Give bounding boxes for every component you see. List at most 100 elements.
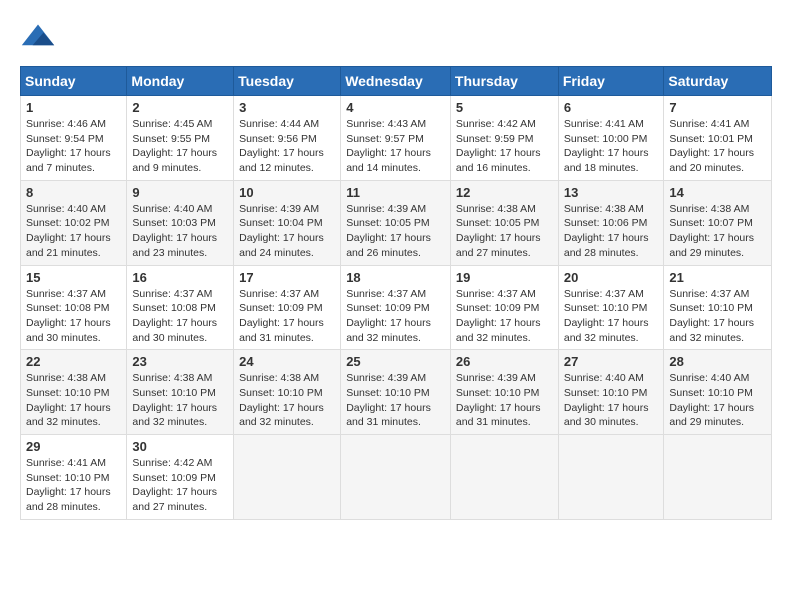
- day-number: 3: [239, 100, 335, 115]
- day-number: 5: [456, 100, 553, 115]
- calendar-cell: 20 Sunrise: 4:37 AMSunset: 10:10 PMDaylig…: [558, 265, 663, 350]
- day-number: 14: [669, 185, 766, 200]
- day-of-week-header: Tuesday: [234, 67, 341, 96]
- day-number: 18: [346, 270, 445, 285]
- calendar-header-row: SundayMondayTuesdayWednesdayThursdayFrid…: [21, 67, 772, 96]
- calendar-cell: 4Sunrise: 4:43 AMSunset: 9:57 PMDaylight…: [341, 96, 451, 181]
- day-number: 9: [132, 185, 228, 200]
- day-info: Sunrise: 4:44 AMSunset: 9:56 PMDaylight:…: [239, 117, 335, 176]
- calendar-cell: 11 Sunrise: 4:39 AMSunset: 10:05 PMDaylig…: [341, 180, 451, 265]
- day-info: Sunrise: 4:46 AMSunset: 9:54 PMDaylight:…: [26, 117, 121, 176]
- calendar-week-row: 8 Sunrise: 4:40 AMSunset: 10:02 PMDayligh…: [21, 180, 772, 265]
- calendar-cell: [664, 435, 772, 520]
- day-info: Sunrise: 4:42 AMSunset: 10:09 PMDaylight…: [132, 456, 228, 515]
- day-info: Sunrise: 4:37 AMSunset: 10:09 PMDaylight…: [456, 287, 553, 346]
- day-of-week-header: Thursday: [450, 67, 558, 96]
- day-info: Sunrise: 4:42 AMSunset: 9:59 PMDaylight:…: [456, 117, 553, 176]
- day-number: 17: [239, 270, 335, 285]
- calendar-cell: 23 Sunrise: 4:38 AMSunset: 10:10 PMDaylig…: [127, 350, 234, 435]
- calendar-cell: 10 Sunrise: 4:39 AMSunset: 10:04 PMDaylig…: [234, 180, 341, 265]
- calendar-cell: 16 Sunrise: 4:37 AMSunset: 10:08 PMDaylig…: [127, 265, 234, 350]
- calendar-cell: [234, 435, 341, 520]
- page-header: [20, 20, 772, 56]
- calendar-cell: 19 Sunrise: 4:37 AMSunset: 10:09 PMDaylig…: [450, 265, 558, 350]
- calendar-cell: 14 Sunrise: 4:38 AMSunset: 10:07 PMDaylig…: [664, 180, 772, 265]
- day-number: 10: [239, 185, 335, 200]
- day-number: 11: [346, 185, 445, 200]
- day-number: 30: [132, 439, 228, 454]
- day-info: Sunrise: 4:37 AMSunset: 10:08 PMDaylight…: [132, 287, 228, 346]
- calendar-cell: 30 Sunrise: 4:42 AMSunset: 10:09 PMDaylig…: [127, 435, 234, 520]
- calendar-cell: 7 Sunrise: 4:41 AMSunset: 10:01 PMDayligh…: [664, 96, 772, 181]
- logo-icon: [20, 20, 56, 56]
- day-info: Sunrise: 4:41 AMSunset: 10:00 PMDaylight…: [564, 117, 658, 176]
- calendar-cell: 6 Sunrise: 4:41 AMSunset: 10:00 PMDayligh…: [558, 96, 663, 181]
- day-info: Sunrise: 4:40 AMSunset: 10:03 PMDaylight…: [132, 202, 228, 261]
- calendar-cell: 26Sunrise: 4:39 AMSunset: 10:10 PMDaylig…: [450, 350, 558, 435]
- day-info: Sunrise: 4:38 AMSunset: 10:06 PMDaylight…: [564, 202, 658, 261]
- day-of-week-header: Wednesday: [341, 67, 451, 96]
- day-info: Sunrise: 4:39 AMSunset: 10:05 PMDaylight…: [346, 202, 445, 261]
- day-info: Sunrise: 4:41 AMSunset: 10:10 PMDaylight…: [26, 456, 121, 515]
- day-number: 20: [564, 270, 658, 285]
- day-number: 19: [456, 270, 553, 285]
- calendar-cell: 1Sunrise: 4:46 AMSunset: 9:54 PMDaylight…: [21, 96, 127, 181]
- day-info: Sunrise: 4:37 AMSunset: 10:10 PMDaylight…: [669, 287, 766, 346]
- day-number: 22: [26, 354, 121, 369]
- day-info: Sunrise: 4:37 AMSunset: 10:08 PMDaylight…: [26, 287, 121, 346]
- calendar-cell: [341, 435, 451, 520]
- day-info: Sunrise: 4:41 AMSunset: 10:01 PMDaylight…: [669, 117, 766, 176]
- day-info: Sunrise: 4:40 AMSunset: 10:10 PMDaylight…: [564, 371, 658, 430]
- calendar-cell: 29 Sunrise: 4:41 AMSunset: 10:10 PMDaylig…: [21, 435, 127, 520]
- day-number: 16: [132, 270, 228, 285]
- day-number: 7: [669, 100, 766, 115]
- day-info: Sunrise: 4:39 AMSunset: 10:04 PMDaylight…: [239, 202, 335, 261]
- day-number: 15: [26, 270, 121, 285]
- day-number: 6: [564, 100, 658, 115]
- calendar-cell: 12Sunrise: 4:38 AMSunset: 10:05 PMDaylig…: [450, 180, 558, 265]
- calendar-week-row: 15 Sunrise: 4:37 AMSunset: 10:08 PMDaylig…: [21, 265, 772, 350]
- day-info: Sunrise: 4:40 AMSunset: 10:02 PMDaylight…: [26, 202, 121, 261]
- day-of-week-header: Monday: [127, 67, 234, 96]
- day-number: 28: [669, 354, 766, 369]
- day-info: Sunrise: 4:37 AMSunset: 10:10 PMDaylight…: [564, 287, 658, 346]
- day-number: 27: [564, 354, 658, 369]
- calendar-cell: 28 Sunrise: 4:40 AMSunset: 10:10 PMDaylig…: [664, 350, 772, 435]
- day-number: 8: [26, 185, 121, 200]
- day-info: Sunrise: 4:38 AMSunset: 10:10 PMDaylight…: [239, 371, 335, 430]
- day-number: 23: [132, 354, 228, 369]
- calendar-week-row: 22 Sunrise: 4:38 AMSunset: 10:10 PMDaylig…: [21, 350, 772, 435]
- calendar-cell: 2Sunrise: 4:45 AMSunset: 9:55 PMDaylight…: [127, 96, 234, 181]
- day-info: Sunrise: 4:38 AMSunset: 10:07 PMDaylight…: [669, 202, 766, 261]
- day-info: Sunrise: 4:38 AMSunset: 10:10 PMDaylight…: [132, 371, 228, 430]
- calendar-cell: 25 Sunrise: 4:39 AMSunset: 10:10 PMDaylig…: [341, 350, 451, 435]
- day-info: Sunrise: 4:37 AMSunset: 10:09 PMDaylight…: [346, 287, 445, 346]
- day-number: 12: [456, 185, 553, 200]
- calendar-cell: 17 Sunrise: 4:37 AMSunset: 10:09 PMDaylig…: [234, 265, 341, 350]
- day-info: Sunrise: 4:45 AMSunset: 9:55 PMDaylight:…: [132, 117, 228, 176]
- day-of-week-header: Saturday: [664, 67, 772, 96]
- day-of-week-header: Friday: [558, 67, 663, 96]
- day-number: 4: [346, 100, 445, 115]
- day-info: Sunrise: 4:40 AMSunset: 10:10 PMDaylight…: [669, 371, 766, 430]
- calendar-cell: 18 Sunrise: 4:37 AMSunset: 10:09 PMDaylig…: [341, 265, 451, 350]
- logo: [20, 20, 60, 56]
- calendar-cell: 5 Sunrise: 4:42 AMSunset: 9:59 PMDaylight…: [450, 96, 558, 181]
- day-number: 29: [26, 439, 121, 454]
- calendar-week-row: 29 Sunrise: 4:41 AMSunset: 10:10 PMDaylig…: [21, 435, 772, 520]
- calendar-cell: 9 Sunrise: 4:40 AMSunset: 10:03 PMDayligh…: [127, 180, 234, 265]
- calendar-table: SundayMondayTuesdayWednesdayThursdayFrid…: [20, 66, 772, 520]
- day-of-week-header: Sunday: [21, 67, 127, 96]
- calendar-cell: 8 Sunrise: 4:40 AMSunset: 10:02 PMDayligh…: [21, 180, 127, 265]
- calendar-week-row: 1Sunrise: 4:46 AMSunset: 9:54 PMDaylight…: [21, 96, 772, 181]
- calendar-cell: 15 Sunrise: 4:37 AMSunset: 10:08 PMDaylig…: [21, 265, 127, 350]
- day-info: Sunrise: 4:37 AMSunset: 10:09 PMDaylight…: [239, 287, 335, 346]
- day-number: 25: [346, 354, 445, 369]
- day-info: Sunrise: 4:39 AMSunset: 10:10 PMDaylight…: [346, 371, 445, 430]
- day-number: 13: [564, 185, 658, 200]
- calendar-cell: [450, 435, 558, 520]
- day-number: 21: [669, 270, 766, 285]
- calendar-cell: 24Sunrise: 4:38 AMSunset: 10:10 PMDaylig…: [234, 350, 341, 435]
- day-info: Sunrise: 4:38 AMSunset: 10:10 PMDaylight…: [26, 371, 121, 430]
- calendar-cell: [558, 435, 663, 520]
